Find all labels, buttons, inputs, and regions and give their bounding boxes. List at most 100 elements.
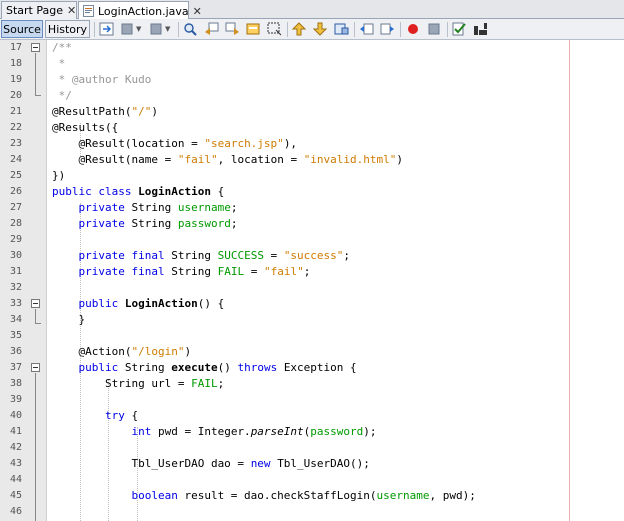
toolbar-separator (94, 22, 95, 37)
code-line: 37 public String execute() throws Except… (0, 360, 624, 376)
code-text: @Action("/login") (52, 345, 192, 358)
code-line: 42 (0, 440, 624, 456)
tab-label: LoginAction.java (98, 4, 189, 18)
line-number: 26 (9, 186, 22, 197)
code-line: 19 * @author Kudo (0, 72, 624, 88)
line-number: 24 (9, 154, 22, 165)
java-file-icon (83, 5, 94, 17)
line-number: 45 (9, 490, 22, 501)
shift-left-icon[interactable] (359, 22, 374, 36)
code-text: private String username; (52, 201, 238, 214)
start-macro-recording-icon[interactable] (406, 22, 421, 36)
tab-loginaction-java[interactable]: LoginAction.java ✕ (78, 1, 202, 20)
toggle-bookmark-icon[interactable] (334, 22, 349, 36)
previous-bookmark-icon[interactable] (292, 22, 307, 36)
code-text: String url = FAIL; (52, 377, 225, 390)
tab-start-page[interactable]: Start Page ✕ (1, 1, 77, 19)
tab-label: Start Page (6, 4, 63, 17)
line-number: 38 (9, 378, 22, 389)
line-number: 30 (9, 250, 22, 261)
code-line: 24 @Result(name = "fail", location = "in… (0, 152, 624, 168)
line-number: 42 (9, 442, 22, 453)
code-text: private String password; (52, 217, 238, 230)
code-line: 39 (0, 392, 624, 408)
code-text: /** (52, 41, 72, 54)
code-line: 46 (0, 504, 624, 520)
code-line: 36 @Action("/login") (0, 344, 624, 360)
stop-macro-recording-icon[interactable] (427, 22, 442, 36)
rectangular-selection-icon[interactable] (267, 22, 282, 36)
code-text: @ResultPath("/") (52, 105, 158, 118)
code-text: } (52, 313, 86, 326)
code-line: 34 } (0, 312, 624, 328)
line-number: 36 (9, 346, 22, 357)
code-text: private final String SUCCESS = "success"… (52, 249, 351, 262)
code-line: 44 (0, 472, 624, 488)
source-button[interactable]: Source (1, 20, 43, 38)
code-text: public LoginAction() { (52, 297, 225, 310)
line-number: 41 (9, 426, 22, 437)
code-text: boolean result = dao.checkStaffLogin(use… (52, 489, 476, 502)
check-code-icon[interactable] (452, 22, 467, 36)
line-number: 32 (9, 282, 22, 293)
code-line: 40 try { (0, 408, 624, 424)
line-number: 19 (9, 74, 22, 85)
code-line: 30 private final String SUCCESS = "succe… (0, 248, 624, 264)
line-number: 31 (9, 266, 22, 277)
code-line: 21 @ResultPath("/") (0, 104, 624, 120)
code-line: 45 boolean result = dao.checkStaffLogin(… (0, 488, 624, 504)
history-button[interactable]: History (45, 20, 90, 38)
code-line: 29 (0, 232, 624, 248)
line-number: 34 (9, 314, 22, 325)
diff-icon[interactable] (473, 22, 488, 36)
find-next-icon[interactable] (225, 22, 240, 36)
code-line: 31 private final String FAIL = "fail"; (0, 264, 624, 280)
toolbar-separator (354, 22, 355, 37)
code-text: @Result(name = "fail", location = "inval… (52, 153, 404, 166)
line-number: 37 (9, 362, 22, 373)
code-text: @Result(location = "search.jsp"), (52, 137, 298, 150)
line-number: 23 (9, 138, 22, 149)
code-text: */ (52, 89, 72, 102)
line-number: 20 (9, 90, 22, 101)
toolbar-separator (287, 22, 288, 37)
code-text: @Results({ (52, 121, 119, 134)
code-text: private final String FAIL = "fail"; (52, 265, 311, 278)
last-edit-icon[interactable] (99, 22, 114, 36)
code-text: try { (52, 409, 139, 422)
code-line: 17 /** (0, 40, 624, 56)
toggle-highlight-icon[interactable] (246, 22, 261, 36)
line-number: 17 (9, 42, 22, 53)
code-text: * @author Kudo (52, 73, 152, 86)
code-line: 33 public LoginAction() { (0, 296, 624, 312)
code-text: * (52, 57, 66, 70)
line-number: 46 (9, 506, 22, 517)
code-text: }) (52, 169, 66, 182)
find-icon[interactable] (183, 22, 198, 36)
code-text: int pwd = Integer.parseInt(password); (52, 425, 377, 438)
line-number: 27 (9, 202, 22, 213)
line-number: 44 (9, 474, 22, 485)
line-number: 21 (9, 106, 22, 117)
find-previous-icon[interactable] (204, 22, 219, 36)
line-number: 33 (9, 298, 22, 309)
code-line: 43 Tbl_UserDAO dao = new Tbl_UserDAO(); (0, 456, 624, 472)
code-line: 32 (0, 280, 624, 296)
code-line: 28 private String password; (0, 216, 624, 232)
back-icon[interactable] (120, 22, 135, 36)
line-number: 18 (9, 58, 22, 69)
shift-right-icon[interactable] (380, 22, 395, 36)
line-number: 28 (9, 218, 22, 229)
code-editor[interactable]: 17 /** 18 * 19 * @author Kudo 20 */ 21 @… (0, 40, 624, 521)
code-text: Tbl_UserDAO dao = new Tbl_UserDAO(); (52, 457, 370, 470)
close-icon[interactable]: ✕ (63, 4, 76, 17)
line-number: 25 (9, 170, 22, 181)
code-text: public class LoginAction { (52, 185, 225, 198)
code-line: 26 public class LoginAction { (0, 184, 624, 200)
code-line: 18 * (0, 56, 624, 72)
next-bookmark-icon[interactable] (313, 22, 328, 36)
line-number: 43 (9, 458, 22, 469)
toolbar-separator (178, 22, 179, 37)
forward-icon[interactable] (149, 22, 164, 36)
close-icon[interactable]: ✕ (189, 5, 202, 18)
